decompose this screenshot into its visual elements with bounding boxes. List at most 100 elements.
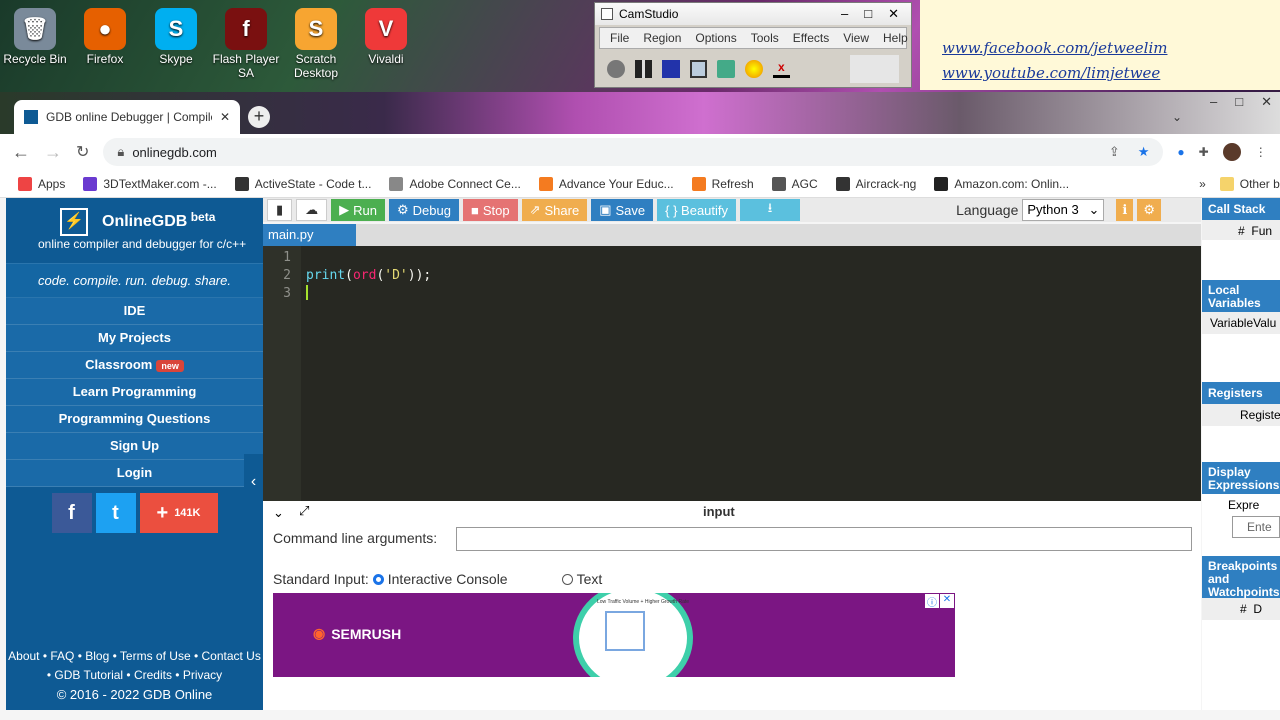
- camstudio-window[interactable]: CamStudio – □ ✕ File Region Options Tools Ef…: [594, 2, 912, 88]
- cmd-args-input[interactable]: [456, 527, 1192, 551]
- bookmark-item[interactable]: ActiveState - Code t...: [234, 176, 371, 191]
- bookmark-item[interactable]: Refresh: [691, 176, 754, 191]
- region-icon[interactable]: [689, 60, 708, 78]
- save-button[interactable]: ▣ Save: [591, 199, 654, 221]
- options-icon[interactable]: [717, 60, 735, 78]
- code-line-2: print(ord('D'));: [306, 268, 432, 283]
- sidebar-item-sign-up[interactable]: Sign Up: [6, 433, 263, 460]
- menu-icon[interactable]: ⋮: [1255, 145, 1267, 159]
- desktop-icon-recycle-bin[interactable]: 🗑 Recycle Bin: [0, 4, 70, 66]
- info-icon[interactable]: ℹ: [1116, 199, 1134, 221]
- new-tab-icon[interactable]: +: [248, 106, 270, 128]
- debug-button[interactable]: ⚙ Debug: [389, 199, 459, 221]
- more-bookmarks-icon[interactable]: »: [1199, 177, 1206, 191]
- share-button[interactable]: ⇗ Share: [521, 199, 588, 221]
- desktop-icon-vivaldi[interactable]: V Vivaldi: [351, 4, 421, 66]
- desktop-icon-flash-player-sa[interactable]: f Flash Player SA: [211, 4, 281, 80]
- sidebar-item-login[interactable]: Login: [6, 460, 263, 487]
- bookmark-star-icon[interactable]: ★: [1138, 144, 1150, 160]
- footer-links[interactable]: About • FAQ • Blog • Terms of Use • Cont…: [6, 647, 263, 666]
- bookmark-item[interactable]: AGC: [771, 176, 818, 191]
- close-icon[interactable]: ✕: [888, 6, 899, 22]
- camstudio-menu-options[interactable]: Options: [695, 31, 736, 45]
- sidebar-item-programming-questions[interactable]: Programming Questions: [6, 406, 263, 433]
- camstudio-menu-region[interactable]: Region: [643, 31, 681, 45]
- ad-info-icon[interactable]: ⓘ: [925, 594, 939, 609]
- file-tab[interactable]: main.py: [263, 224, 356, 246]
- camstudio-menu-tools[interactable]: Tools: [751, 31, 779, 45]
- sidebar-item-my-projects[interactable]: My Projects: [6, 325, 263, 352]
- maximize-icon[interactable]: □: [864, 6, 872, 22]
- url-field[interactable]: 🔒︎ onlinegdb.com ⇪ ★: [103, 138, 1164, 166]
- collapse-icon[interactable]: ⌄: [273, 505, 284, 521]
- annotation-icon[interactable]: x: [772, 60, 791, 78]
- bookmark-icon: [934, 176, 949, 191]
- facebook-link[interactable]: www.facebook.com/jetweelim: [942, 36, 1280, 61]
- bookmark-icon: [771, 176, 786, 191]
- pause-icon[interactable]: [634, 60, 653, 78]
- interactive-radio[interactable]: [372, 573, 384, 585]
- bookmark-item[interactable]: Apps: [18, 176, 65, 191]
- code-editor[interactable]: 1 2 3 print(ord('D'));: [263, 246, 1201, 501]
- bookmark-icon: [234, 176, 249, 191]
- language-select[interactable]: Python 3 ⌄: [1022, 199, 1105, 221]
- extension-icon[interactable]: ●: [1177, 145, 1184, 159]
- code-content[interactable]: print(ord('D'));: [306, 249, 431, 306]
- expression-input[interactable]: Ente: [1232, 516, 1280, 538]
- camstudio-menu-view[interactable]: View: [843, 31, 869, 45]
- bookmark-item[interactable]: Advance Your Educ...: [538, 176, 674, 191]
- reload-icon[interactable]: ↻: [76, 142, 89, 162]
- bookmark-item[interactable]: Amazon.com: Onlin...: [934, 176, 1069, 191]
- forward-icon[interactable]: →: [44, 142, 62, 163]
- facebook-icon[interactable]: f: [51, 493, 92, 533]
- close-icon[interactable]: ✕: [1261, 94, 1272, 110]
- sidebar-item-learn-programming[interactable]: Learn Programming: [6, 379, 263, 406]
- desktop-icon-skype[interactable]: S Skype: [141, 4, 211, 66]
- tab-search-icon[interactable]: ⌄: [1172, 110, 1182, 124]
- ad-close-icon[interactable]: ✕: [940, 594, 954, 608]
- new-file-icon[interactable]: ▮: [267, 199, 293, 221]
- camstudio-menu-effects[interactable]: Effects: [793, 31, 829, 45]
- upload-icon[interactable]: ☁: [296, 199, 328, 221]
- browser-tab[interactable]: GDB online Debugger | Compile ✕: [14, 100, 240, 134]
- other-bookmarks[interactable]: Other bookmarks: [1219, 176, 1280, 191]
- desktop-icon-scratch-desktop[interactable]: S Scratch Desktop: [281, 4, 351, 80]
- window-controls[interactable]: – □ ✕: [1210, 94, 1272, 110]
- bookmark-item[interactable]: Adobe Connect Ce...: [389, 176, 521, 191]
- avatar[interactable]: [1222, 143, 1241, 161]
- maximize-icon[interactable]: □: [1235, 94, 1243, 110]
- collapse-sidebar-icon[interactable]: ‹: [244, 454, 263, 510]
- stdin-label: Standard Input:: [273, 571, 369, 587]
- youtube-link[interactable]: www.youtube.com/limjetwee: [942, 61, 1280, 86]
- bookmark-item[interactable]: Aircrack-ng: [835, 176, 916, 191]
- download-button[interactable]: ⭳: [740, 199, 801, 221]
- share-icon[interactable]: ⇪: [1109, 144, 1120, 160]
- puzzle-icon[interactable]: ✚: [1199, 145, 1209, 159]
- minimize-icon[interactable]: –: [1210, 94, 1217, 110]
- sidebar-item-classroom[interactable]: Classroom new: [6, 352, 263, 379]
- back-icon[interactable]: ←: [12, 142, 30, 163]
- beautify-button[interactable]: { } Beautify: [657, 199, 737, 221]
- footer-links-2[interactable]: • GDB Tutorial • Credits • Privacy: [6, 666, 263, 685]
- run-button[interactable]: ▶ Run: [331, 199, 386, 221]
- sidebar-item-ide[interactable]: IDE: [6, 298, 263, 325]
- minimize-icon[interactable]: –: [841, 6, 848, 22]
- text-radio[interactable]: [561, 573, 573, 585]
- stop-button[interactable]: ■ Stop: [462, 199, 518, 221]
- record-icon[interactable]: [607, 60, 625, 78]
- desktop-icon-label: Firefox: [86, 52, 124, 66]
- settings-icon[interactable]: ⚙: [1137, 199, 1161, 221]
- effects-icon[interactable]: [744, 60, 763, 78]
- ad-banner[interactable]: ◉ SEMRUSH Low Traffic Volume + Higher Gro…: [273, 593, 955, 677]
- desktop-icon-label: Flash Player SA: [212, 52, 280, 80]
- twitter-icon[interactable]: t: [95, 493, 136, 533]
- camstudio-titlebar[interactable]: CamStudio – □ ✕: [595, 3, 911, 25]
- share-count-button[interactable]: +141K: [139, 493, 218, 533]
- expand-icon[interactable]: ⤢: [299, 503, 309, 519]
- bookmark-item[interactable]: 3DTextMaker.com -...: [83, 176, 217, 191]
- close-tab-icon[interactable]: ✕: [220, 110, 230, 124]
- desktop-icon-firefox[interactable]: ● Firefox: [70, 4, 140, 66]
- stop-icon[interactable]: [662, 60, 680, 78]
- camstudio-menu-file[interactable]: File: [610, 31, 629, 45]
- camstudio-menu-help[interactable]: Help: [883, 31, 908, 45]
